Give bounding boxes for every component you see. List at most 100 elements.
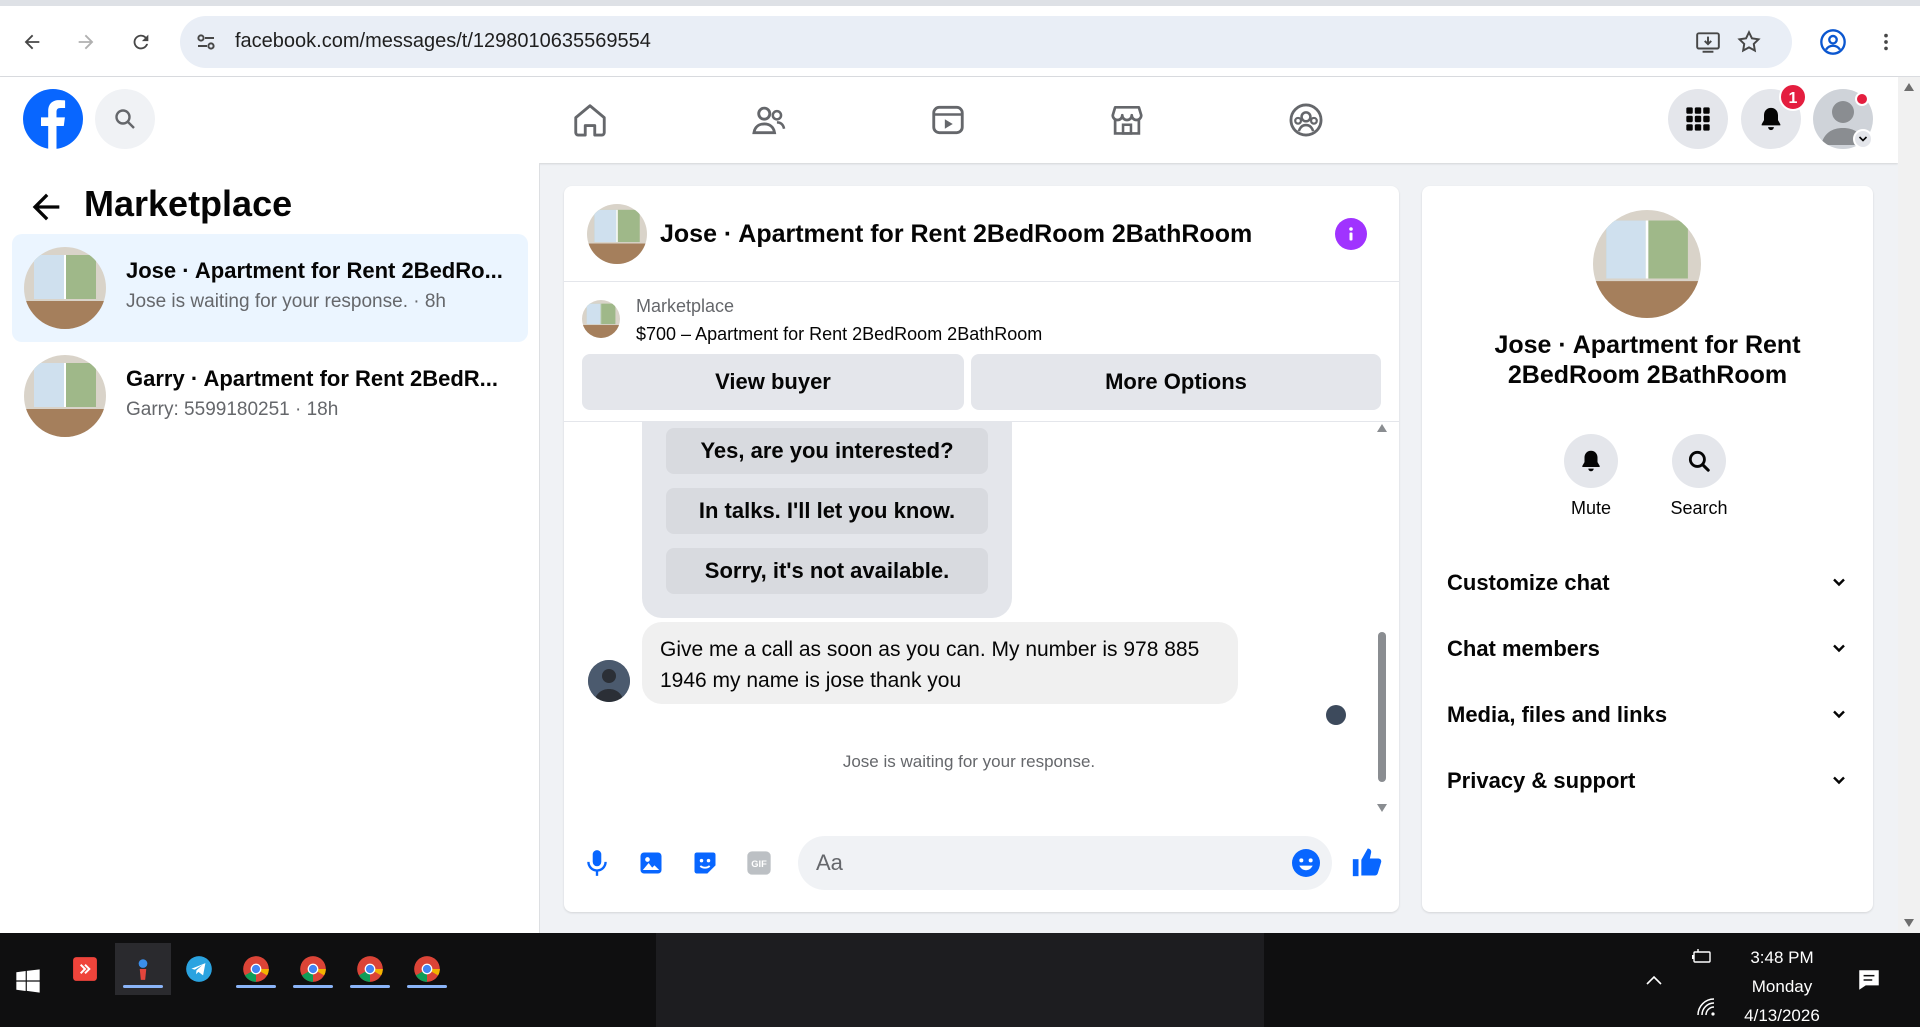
- chat-list-panel: Marketplace Jose · Apartment for Rent 2B…: [0, 163, 540, 933]
- info-icon: [1349, 227, 1353, 241]
- seen-indicator-avatar: [1326, 705, 1346, 725]
- gif-icon[interactable]: GIF: [742, 846, 776, 880]
- battery-icon[interactable]: [1690, 945, 1714, 969]
- emoji-icon[interactable]: [1290, 847, 1322, 879]
- search-icon[interactable]: [1672, 434, 1726, 488]
- attach-photo-icon[interactable]: [634, 846, 668, 880]
- view-buyer-button[interactable]: View buyer: [582, 354, 964, 410]
- sender-avatar[interactable]: [588, 660, 630, 702]
- browser-menu-button[interactable]: [1868, 24, 1904, 60]
- chat-list-item[interactable]: Garry · Apartment for Rent 2BedR... Garr…: [12, 342, 528, 450]
- facebook-search-button[interactable]: [95, 89, 155, 149]
- reload-button[interactable]: [123, 24, 159, 60]
- telegram-icon[interactable]: [171, 943, 227, 995]
- chevron-down-icon: [1833, 578, 1845, 587]
- conversation-header: Jose · Apartment for Rent 2BedRoom 2Bath…: [564, 186, 1399, 282]
- quick-replies: Yes, are you interested? In talks. I'll …: [642, 422, 1012, 618]
- accordion-chat-members[interactable]: Chat members: [1422, 622, 1873, 674]
- accordion-label: Customize chat: [1447, 570, 1610, 595]
- reload-icon: [133, 34, 149, 50]
- install-app-icon[interactable]: [1695, 29, 1721, 55]
- quick-reply-button[interactable]: Sorry, it's not available.: [666, 548, 988, 594]
- bookmark-star-icon[interactable]: [1736, 29, 1762, 55]
- nav-video[interactable]: [923, 95, 973, 145]
- search-label: Search: [1670, 498, 1728, 518]
- like-thumb-icon[interactable]: [1347, 842, 1387, 882]
- chrome-icon[interactable]: [228, 943, 284, 995]
- chrome-icon[interactable]: [285, 943, 341, 995]
- windows-start-icon[interactable]: [0, 955, 56, 1007]
- active-app-indicator: [123, 985, 163, 988]
- site-info-icon[interactable]: [194, 30, 218, 54]
- message-bubble[interactable]: Give me a call as soon as you can. My nu…: [642, 622, 1238, 704]
- quick-reply-button[interactable]: Yes, are you interested?: [666, 428, 988, 474]
- accordion-label: Media, files and links: [1447, 702, 1668, 727]
- accordion-label: Privacy & support: [1447, 768, 1636, 793]
- back-button[interactable]: [14, 24, 50, 60]
- accordion-media-files-links[interactable]: Media, files and links: [1422, 688, 1873, 740]
- scroll-down-icon[interactable]: [1377, 804, 1387, 812]
- accordion-label: Chat members: [1447, 636, 1600, 661]
- marketplace-icon: [1111, 105, 1143, 135]
- nav-home[interactable]: [565, 95, 615, 145]
- voice-clip-icon[interactable]: [580, 846, 614, 880]
- nav-friends[interactable]: [744, 95, 794, 145]
- clock-date: 4/13/2026: [1744, 1006, 1820, 1025]
- more-options-button[interactable]: More Options: [971, 354, 1381, 410]
- search-action[interactable]: Search: [1649, 434, 1749, 519]
- conversation-info-button[interactable]: [1335, 218, 1367, 250]
- back-arrow-icon[interactable]: [26, 187, 66, 227]
- kebab-menu-icon: [1884, 33, 1888, 51]
- profile-button[interactable]: [1815, 24, 1851, 60]
- accordion-privacy-support[interactable]: Privacy & support: [1422, 754, 1873, 806]
- chrome-icon[interactable]: [342, 943, 398, 995]
- active-app-indicator: [293, 985, 333, 988]
- home-icon: [574, 104, 606, 137]
- page-scrollbar[interactable]: [1898, 77, 1920, 933]
- friends-icon: [752, 106, 786, 135]
- conversation-info-avatar[interactable]: [1593, 210, 1701, 318]
- accordion-customize-chat[interactable]: Customize chat: [1422, 556, 1873, 608]
- url-text[interactable]: facebook.com/messages/t/1298010635569554: [235, 30, 651, 53]
- listing-price-title[interactable]: $700 – Apartment for Rent 2BedRoom 2Bath…: [636, 324, 1042, 345]
- active-app-indicator: [407, 985, 447, 988]
- chat-list-item[interactable]: Jose · Apartment for Rent 2BedRo... Jose…: [12, 234, 528, 342]
- bell-icon[interactable]: [1564, 434, 1618, 488]
- nav-gaming[interactable]: [1281, 95, 1331, 145]
- desktop-preview: [656, 933, 1264, 1027]
- address-bar[interactable]: facebook.com/messages/t/1298010635569554: [180, 16, 1792, 68]
- message-input-box[interactable]: [798, 836, 1332, 890]
- system-clock[interactable]: 3:48 PM Monday 4/13/2026: [1740, 943, 1824, 1027]
- app-icon-anydesk[interactable]: [57, 943, 113, 995]
- show-hidden-icons-chevron-icon[interactable]: [1642, 969, 1666, 993]
- quick-reply-button[interactable]: In talks. I'll let you know.: [666, 488, 988, 534]
- mute-action[interactable]: Mute: [1541, 434, 1641, 519]
- nav-marketplace[interactable]: [1102, 95, 1152, 145]
- facebook-logo-icon[interactable]: [23, 89, 83, 149]
- scroll-up-icon[interactable]: [1904, 83, 1914, 91]
- message-input[interactable]: [816, 846, 1276, 880]
- message-scrollbar[interactable]: [1374, 422, 1390, 814]
- chrome-icon[interactable]: [399, 943, 455, 995]
- forward-button[interactable]: [68, 24, 104, 60]
- listing-thumbnail: [582, 300, 620, 338]
- app-icon-pinned[interactable]: [115, 943, 171, 995]
- active-app-indicator: [236, 985, 276, 988]
- facebook-top-bar: 1: [0, 77, 1898, 163]
- notification-center-icon[interactable]: [1856, 967, 1882, 993]
- conversation-title[interactable]: Jose · Apartment for Rent 2BedRoom 2Bath…: [660, 220, 1252, 249]
- scroll-down-icon[interactable]: [1904, 919, 1914, 927]
- conversation-avatar[interactable]: [587, 204, 647, 264]
- scroll-up-icon[interactable]: [1377, 424, 1387, 432]
- scrollbar-thumb[interactable]: [1378, 632, 1386, 782]
- windows-taskbar: 3:48 PM Monday 4/13/2026: [0, 933, 1920, 1027]
- chevron-down-icon: [1833, 644, 1845, 653]
- bell-icon: [1761, 107, 1781, 131]
- clock-day: Monday: [1751, 977, 1813, 996]
- account-chevron-icon[interactable]: [1853, 129, 1873, 149]
- clock-time: 3:48 PM: [1750, 948, 1814, 967]
- menu-grid-button[interactable]: [1668, 89, 1728, 149]
- wifi-icon[interactable]: [1694, 995, 1718, 1019]
- tab-strip: [0, 0, 1920, 6]
- sticker-icon[interactable]: [688, 846, 722, 880]
